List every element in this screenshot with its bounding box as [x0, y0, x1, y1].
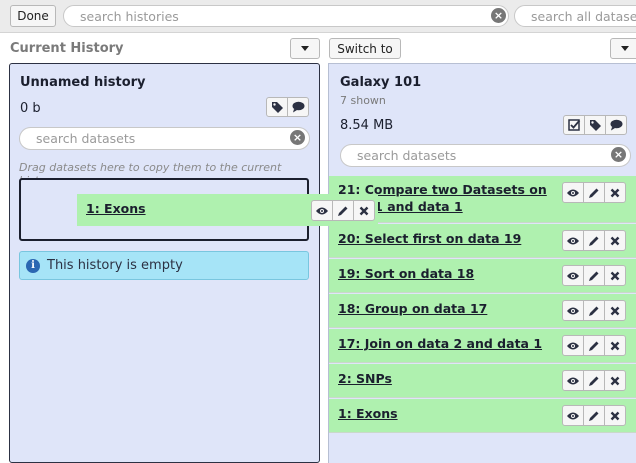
dataset-item[interactable]: 18: Group on data 17	[329, 294, 636, 328]
checkbox-icon[interactable]	[563, 115, 585, 135]
switch-to-button[interactable]: Switch to	[329, 38, 401, 59]
dataset-title[interactable]: 17: Join on data 2 and data 1	[338, 335, 542, 352]
delete-icon[interactable]	[604, 182, 626, 203]
delete-icon[interactable]	[604, 405, 626, 426]
dataset-item[interactable]: 17: Join on data 2 and data 1	[329, 329, 636, 363]
eye-icon[interactable]	[562, 265, 584, 286]
current-history-icon-bar	[266, 97, 309, 117]
clear-icon[interactable]: ×	[290, 130, 305, 145]
caret-down-icon	[301, 46, 309, 51]
pencil-icon[interactable]	[583, 230, 605, 251]
comment-icon[interactable]	[605, 115, 627, 135]
eye-icon[interactable]	[562, 300, 584, 321]
tags-icon[interactable]	[584, 115, 606, 135]
dataset-title[interactable]: 1: Exons	[338, 405, 398, 422]
search-histories-input[interactable]	[78, 7, 508, 25]
empty-history-text: This history is empty	[47, 258, 183, 273]
eye-icon[interactable]	[562, 335, 584, 356]
eye-icon[interactable]	[562, 230, 584, 251]
current-search-datasets-field[interactable]	[19, 127, 310, 150]
pencil-icon[interactable]	[583, 182, 605, 203]
search-all-datasets-field[interactable]	[514, 5, 636, 27]
delete-icon[interactable]	[353, 200, 375, 221]
delete-icon[interactable]	[604, 370, 626, 391]
dataset-item[interactable]: 19: Sort on data 18	[329, 259, 636, 293]
pencil-icon[interactable]	[583, 300, 605, 321]
pencil-icon[interactable]	[332, 200, 354, 221]
tags-icon[interactable]	[266, 97, 288, 117]
dragged-dataset-item[interactable]: 1: Exons	[77, 194, 378, 226]
pencil-icon[interactable]	[583, 370, 605, 391]
other-history-size: 8.54 MB	[340, 118, 394, 133]
dataset-title[interactable]: 20: Select first on data 19	[338, 230, 521, 247]
delete-icon[interactable]	[604, 265, 626, 286]
delete-icon[interactable]	[604, 230, 626, 251]
dataset-title[interactable]: 19: Sort on data 18	[338, 265, 474, 282]
comment-icon[interactable]	[287, 97, 309, 117]
dataset-title[interactable]: 2: SNPs	[338, 370, 392, 387]
shown-count: 7 shown	[340, 94, 386, 107]
current-history-name[interactable]: Unnamed history	[20, 75, 146, 90]
eye-icon[interactable]	[311, 200, 333, 221]
empty-history-message: i This history is empty	[19, 251, 309, 280]
pencil-icon[interactable]	[583, 265, 605, 286]
delete-icon[interactable]	[604, 300, 626, 321]
other-history-options-button[interactable]	[610, 38, 636, 59]
caret-down-icon	[621, 46, 629, 51]
dataset-item[interactable]: 1: Exons	[329, 399, 636, 433]
pencil-icon[interactable]	[583, 335, 605, 356]
eye-icon[interactable]	[562, 370, 584, 391]
current-history-title: Current History	[10, 41, 124, 56]
clear-icon[interactable]: ×	[491, 8, 506, 23]
dragged-dataset-title[interactable]: 1: Exons	[86, 200, 146, 217]
other-history-icon-bar	[563, 115, 627, 135]
clear-icon[interactable]: ×	[611, 147, 626, 162]
dataset-item[interactable]: 20: Select first on data 19	[329, 224, 636, 258]
search-histories-field[interactable]	[63, 5, 509, 27]
eye-icon[interactable]	[562, 405, 584, 426]
current-search-datasets-input[interactable]	[34, 130, 309, 147]
current-history-panel: Unnamed history 0 b × Drag datasets here…	[9, 63, 320, 463]
other-search-datasets-input[interactable]	[355, 147, 630, 164]
delete-icon[interactable]	[604, 335, 626, 356]
pencil-icon[interactable]	[583, 405, 605, 426]
current-history-size: 0 b	[20, 101, 41, 116]
dataset-title[interactable]: 18: Group on data 17	[338, 300, 487, 317]
dataset-item[interactable]: 2: SNPs	[329, 364, 636, 398]
current-history-options-button[interactable]	[290, 38, 320, 59]
search-all-datasets-input[interactable]	[529, 7, 636, 25]
info-icon: i	[26, 258, 40, 273]
done-button[interactable]: Done	[10, 5, 56, 27]
other-search-datasets-field[interactable]	[340, 144, 631, 167]
eye-icon[interactable]	[562, 182, 584, 203]
other-history-name: Galaxy 101	[340, 75, 422, 90]
top-bar: Done ×	[0, 0, 636, 33]
